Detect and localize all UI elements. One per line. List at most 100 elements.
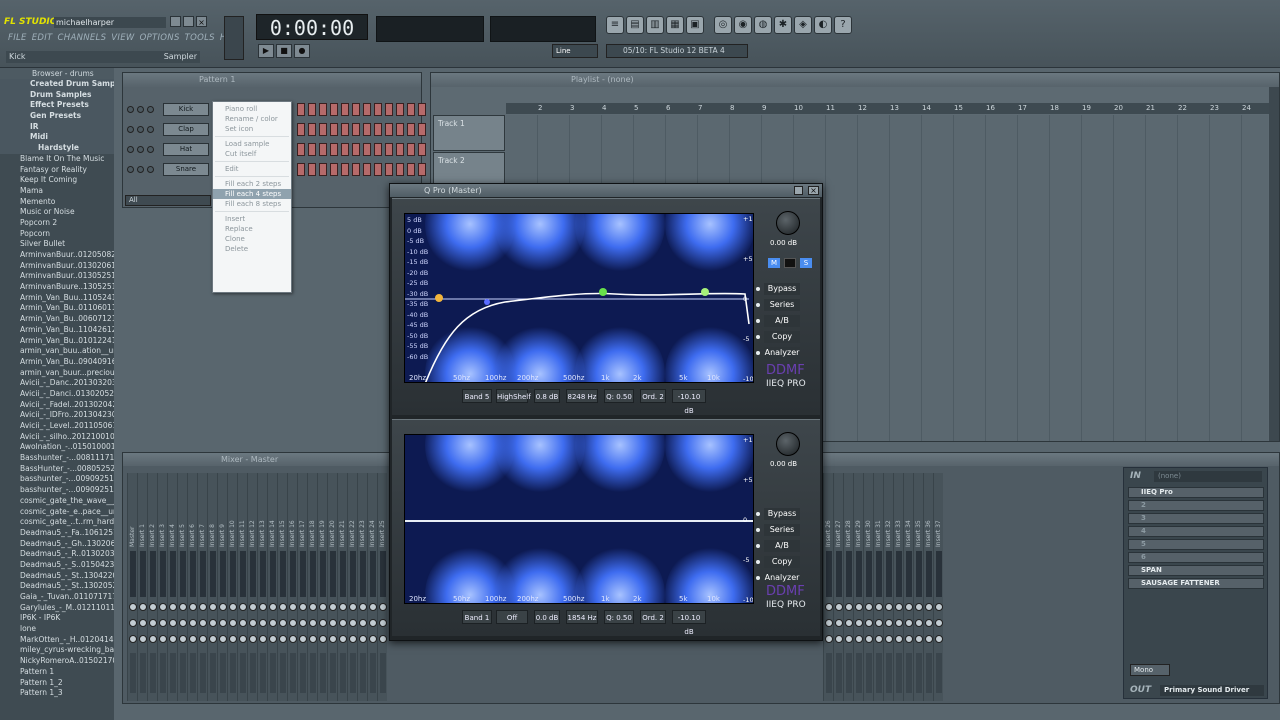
step-button[interactable] xyxy=(407,163,415,176)
strip-knob[interactable] xyxy=(935,619,943,627)
strip-knob[interactable] xyxy=(239,635,247,643)
master-volume-slider[interactable] xyxy=(224,16,244,60)
eq-param-6[interactable]: -10.10 dB xyxy=(672,389,706,415)
step-button[interactable] xyxy=(407,123,415,136)
ab-button[interactable]: A/B xyxy=(764,540,800,552)
strip-knob[interactable] xyxy=(269,619,277,627)
bypass-button[interactable]: Bypass xyxy=(764,283,800,295)
step-button[interactable] xyxy=(363,143,371,156)
step-button[interactable] xyxy=(352,123,360,136)
context-item[interactable]: Fill each 4 steps xyxy=(213,189,291,199)
strip-knob[interactable] xyxy=(915,635,923,643)
strip-fader[interactable] xyxy=(250,653,256,693)
ms-button-s[interactable]: S xyxy=(800,258,812,268)
step-button[interactable] xyxy=(297,103,305,116)
strip-knob[interactable] xyxy=(279,635,287,643)
strip-knob[interactable] xyxy=(835,635,843,643)
eq-param-0[interactable]: Band 5 xyxy=(462,389,492,403)
step-button[interactable] xyxy=(330,123,338,136)
step-button[interactable] xyxy=(341,123,349,136)
strip-knob[interactable] xyxy=(349,619,357,627)
insert-strip[interactable]: Insert 22 xyxy=(347,473,357,701)
track-1-header[interactable]: Track 1 xyxy=(433,115,505,151)
eq-param-5[interactable]: Ord. 2 xyxy=(640,610,666,624)
strip-knob[interactable] xyxy=(169,635,177,643)
insert-strip[interactable]: Insert 7 xyxy=(197,473,207,701)
step-button[interactable] xyxy=(308,103,316,116)
mute-led[interactable] xyxy=(127,166,134,173)
step-button[interactable] xyxy=(396,143,404,156)
eq-param-3[interactable]: 1854 Hz xyxy=(566,610,598,624)
playlist-icon[interactable]: ≡ xyxy=(606,16,624,34)
browser-item[interactable]: Basshunter_-...0081117145857 xyxy=(0,453,114,464)
strip-fader[interactable] xyxy=(190,653,196,693)
link-button[interactable] xyxy=(784,258,796,268)
output-select[interactable]: Primary Sound Driver xyxy=(1160,685,1264,696)
analyzer-button[interactable]: Analyzer xyxy=(764,572,800,584)
strip-knob[interactable] xyxy=(269,603,277,611)
output-gain-knob[interactable] xyxy=(776,432,800,456)
strip-knob[interactable] xyxy=(199,635,207,643)
insert-strip[interactable]: Insert 27 xyxy=(833,473,843,701)
menu-file[interactable]: FILE xyxy=(8,33,27,43)
strip-knob[interactable] xyxy=(925,603,933,611)
timeline-ruler[interactable]: 2 3 4 5 6 7 8 9 10 11 12 13 14 15 16 17 18 19 20 21 22 23 24 xyxy=(506,103,1274,114)
strip-fader[interactable] xyxy=(926,653,932,693)
strip-knob[interactable] xyxy=(339,603,347,611)
render-icon[interactable]: ◍ xyxy=(754,16,772,34)
browser-item[interactable]: Avicii_-_Danc..20130320321059 xyxy=(0,378,114,389)
analyzer-button[interactable]: Analyzer xyxy=(764,347,800,359)
step-button[interactable] xyxy=(330,163,338,176)
step-button[interactable] xyxy=(374,103,382,116)
strip-knob[interactable] xyxy=(239,619,247,627)
strip-knob[interactable] xyxy=(219,619,227,627)
strip-knob[interactable] xyxy=(905,603,913,611)
strip-knob[interactable] xyxy=(139,603,147,611)
insert-strip[interactable]: Insert 36 xyxy=(923,473,933,701)
step-button[interactable] xyxy=(341,103,349,116)
browser-item[interactable]: Avicii_-_silho..20121001014348 xyxy=(0,432,114,443)
stop-button[interactable]: ■ xyxy=(276,44,292,58)
browser-item[interactable]: basshunter_-...0090925145030 xyxy=(0,474,114,485)
play-button[interactable]: ▶ xyxy=(258,44,274,58)
step-button[interactable] xyxy=(297,123,305,136)
context-item[interactable]: Fill each 8 steps xyxy=(213,199,291,209)
browser-item[interactable]: armin_van_buu..ation__unknown xyxy=(0,346,114,357)
strip-knob[interactable] xyxy=(895,635,903,643)
context-item[interactable]: Delete xyxy=(213,244,291,254)
strip-fader[interactable] xyxy=(380,653,386,693)
effect-slot[interactable]: 6 xyxy=(1128,552,1264,563)
browser-item[interactable]: cosmic_gate_the_wave__john xyxy=(0,496,114,507)
strip-knob[interactable] xyxy=(219,635,227,643)
browser-folder[interactable]: Hardstyle xyxy=(0,143,114,154)
insert-strip[interactable]: Insert 28 xyxy=(843,473,853,701)
context-item[interactable]: Insert xyxy=(213,214,291,224)
step-button[interactable] xyxy=(374,123,382,136)
step-button[interactable] xyxy=(407,103,415,116)
context-item[interactable]: Clone xyxy=(213,234,291,244)
eq-param-2[interactable]: 0.8 dB xyxy=(534,389,560,403)
strip-knob[interactable] xyxy=(349,635,357,643)
strip-knob[interactable] xyxy=(379,619,387,627)
strip-fader[interactable] xyxy=(836,653,842,693)
browser-item[interactable]: Silver Bullet xyxy=(0,239,114,250)
insert-strip[interactable]: Insert 23 xyxy=(357,473,367,701)
channel-rack-icon[interactable]: ▥ xyxy=(646,16,664,34)
insert-strip[interactable]: Insert 16 xyxy=(287,473,297,701)
browser-item[interactable]: Pattern 1 xyxy=(0,667,114,678)
strip-knob[interactable] xyxy=(129,635,137,643)
insert-strip[interactable]: Insert 2 xyxy=(147,473,157,701)
browser-item[interactable]: Pattern 1_3 xyxy=(0,688,114,699)
close-button[interactable]: × xyxy=(196,16,207,27)
copy-button[interactable]: Copy xyxy=(764,556,800,568)
cpu-icon[interactable]: ◈ xyxy=(794,16,812,34)
browser-item[interactable]: Pattern 1_2 xyxy=(0,678,114,689)
snap-select[interactable]: Line xyxy=(552,44,598,58)
step-button[interactable] xyxy=(308,163,316,176)
strip-knob[interactable] xyxy=(199,619,207,627)
context-item[interactable]: Edit xyxy=(213,164,291,174)
insert-strip[interactable]: Insert 18 xyxy=(307,473,317,701)
effect-slot[interactable]: 2 xyxy=(1128,500,1264,511)
strip-knob[interactable] xyxy=(309,603,317,611)
eq-param-2[interactable]: 0.0 dB xyxy=(534,610,560,624)
